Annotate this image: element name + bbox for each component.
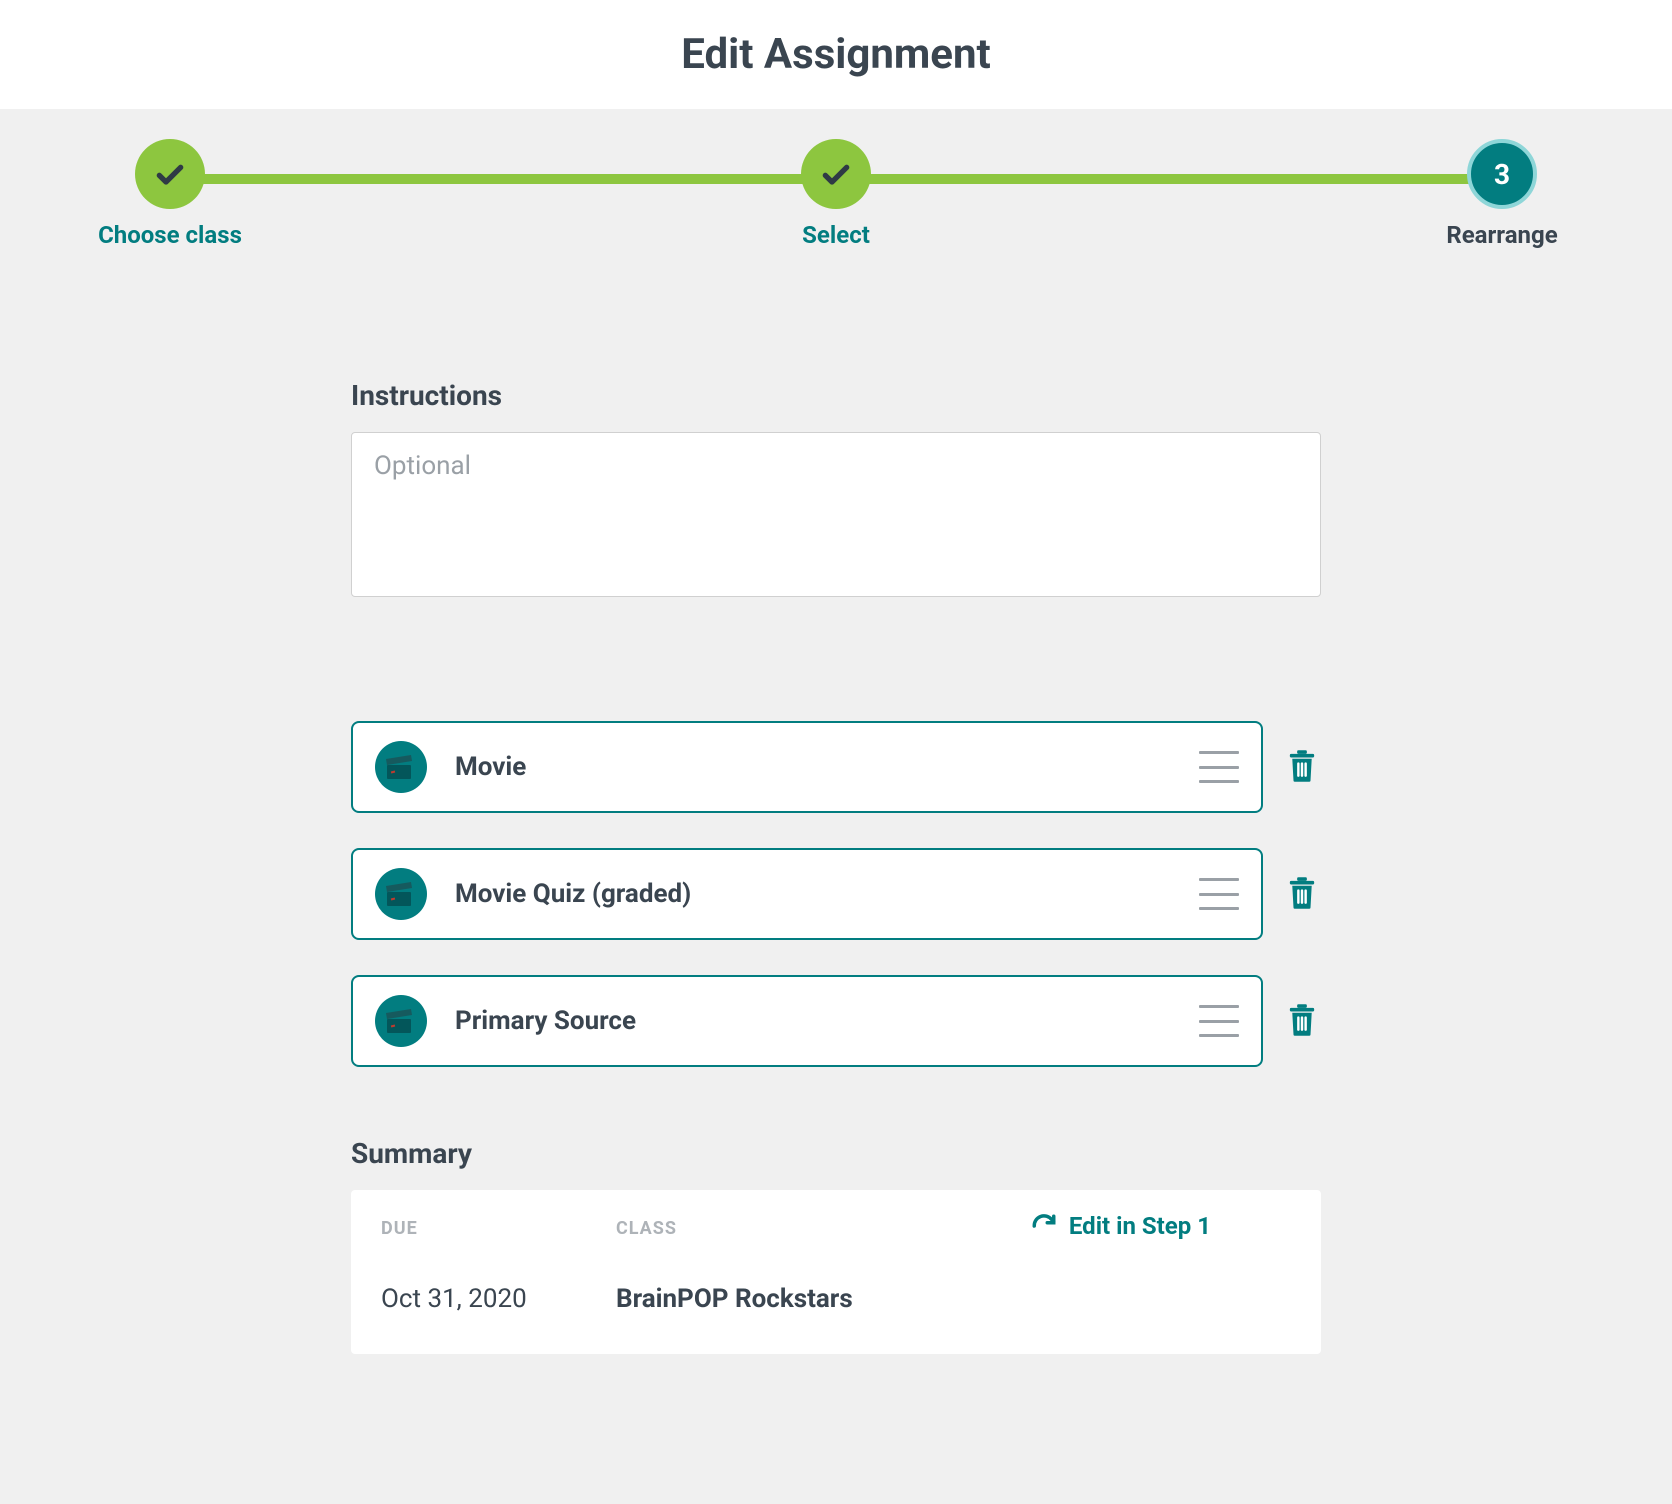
delete-button[interactable] [1283, 745, 1321, 790]
instructions-label: Instructions [351, 379, 1321, 412]
summary-class-header: CLASS [616, 1218, 853, 1239]
activity-title: Movie [455, 752, 1199, 782]
step-label: Rearrange [1446, 221, 1557, 249]
trash-icon [1287, 749, 1317, 783]
clapper-icon [383, 1003, 419, 1039]
page-title: Edit Assignment [0, 30, 1672, 79]
step-select[interactable]: Select [746, 139, 926, 249]
activity-row: Movie [351, 721, 1321, 813]
step-choose-class[interactable]: Choose class [80, 139, 260, 249]
summary-class-column: CLASS BrainPOP Rockstars [616, 1218, 853, 1314]
summary-class-value: BrainPOP Rockstars [616, 1284, 853, 1314]
summary-section: Summary DUE Oct 31, 2020 CLASS BrainPOP … [351, 1137, 1321, 1354]
summary-due-header: DUE [381, 1218, 576, 1239]
stepper-container: Choose class Select 3 Rearrange [0, 109, 1672, 249]
activity-card-movie-quiz[interactable]: Movie Quiz (graded) [351, 848, 1263, 940]
step-circle-active: 3 [1467, 139, 1537, 209]
primary-source-icon [375, 995, 427, 1047]
delete-button[interactable] [1283, 999, 1321, 1044]
check-icon [154, 158, 186, 190]
edit-in-step-1-link[interactable]: Edit in Step 1 [1031, 1212, 1211, 1240]
activity-row: Movie Quiz (graded) [351, 848, 1321, 940]
summary-label: Summary [351, 1137, 1321, 1170]
delete-button[interactable] [1283, 872, 1321, 917]
activity-title: Primary Source [455, 1006, 1199, 1036]
step-label: Select [802, 221, 870, 249]
summary-due-column: DUE Oct 31, 2020 [381, 1218, 576, 1314]
activity-card-primary-source[interactable]: Primary Source [351, 975, 1263, 1067]
page-header: Edit Assignment [0, 0, 1672, 109]
activity-row: Primary Source [351, 975, 1321, 1067]
step-circle-completed [801, 139, 871, 209]
drag-handle-icon[interactable] [1199, 751, 1239, 783]
clapper-icon [383, 876, 419, 912]
activity-card-movie[interactable]: Movie [351, 721, 1263, 813]
drag-handle-icon[interactable] [1199, 1005, 1239, 1037]
step-circle-completed [135, 139, 205, 209]
summary-due-value: Oct 31, 2020 [381, 1284, 576, 1314]
activity-title: Movie Quiz (graded) [455, 879, 1199, 909]
step-label: Choose class [98, 221, 242, 249]
content-area: Instructions Movie [351, 249, 1321, 1394]
activity-list: Movie [351, 721, 1321, 1067]
movie-icon [375, 741, 427, 793]
stepper: Choose class Select 3 Rearrange [80, 139, 1592, 249]
trash-icon [1287, 876, 1317, 910]
clapper-icon [383, 749, 419, 785]
edit-link-label: Edit in Step 1 [1069, 1212, 1211, 1240]
summary-card: DUE Oct 31, 2020 CLASS BrainPOP Rockstar… [351, 1190, 1321, 1354]
trash-icon [1287, 1003, 1317, 1037]
refresh-icon [1031, 1213, 1057, 1239]
drag-handle-icon[interactable] [1199, 878, 1239, 910]
check-icon [820, 158, 852, 190]
step-number: 3 [1494, 158, 1510, 191]
step-rearrange[interactable]: 3 Rearrange [1412, 139, 1592, 249]
quiz-icon [375, 868, 427, 920]
instructions-input[interactable] [351, 432, 1321, 597]
